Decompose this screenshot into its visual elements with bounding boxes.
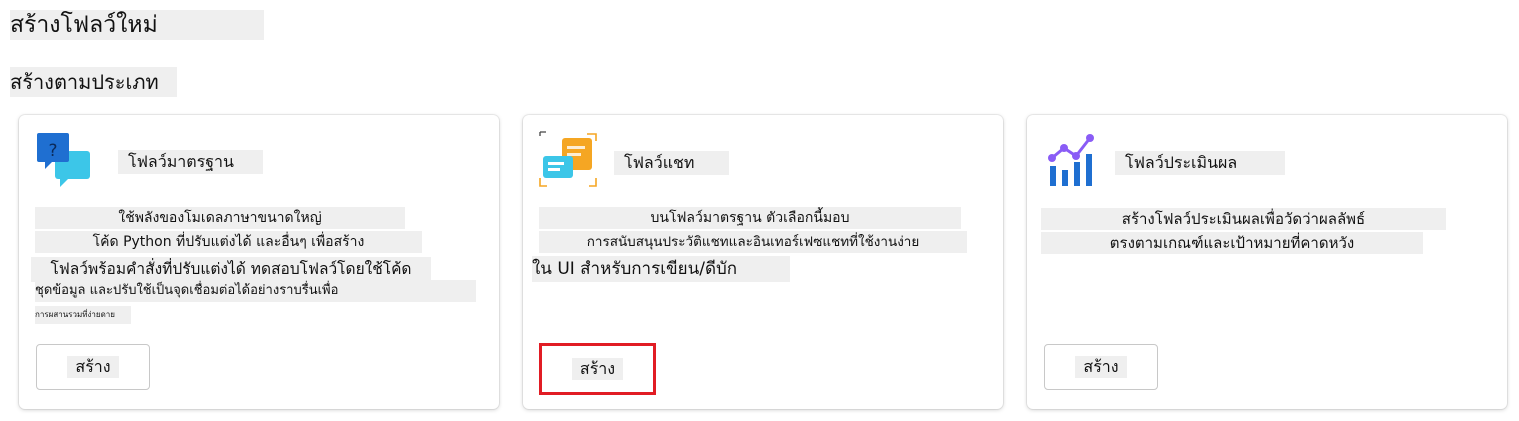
card-title: โฟลว์มาตรฐาน xyxy=(118,150,263,174)
chat-question-icon: ? xyxy=(36,132,92,188)
description-line: ใน UI สำหรับการเขียน/ดีบัก xyxy=(532,256,790,282)
description-line: การสนับสนุนประวัติแชทและอินเทอร์เฟซแชทที… xyxy=(539,231,967,253)
section-title: สร้างตามประเภท xyxy=(10,67,177,97)
description-line: โค้ด Python ที่ปรับแต่งได้ และอื่นๆ เพื่… xyxy=(35,231,422,253)
evaluation-chart-icon xyxy=(1046,132,1102,188)
standard-flow-card: ? โฟลว์มาตรฐาน ใช้พลังของโมเดลภาษาขนาดให… xyxy=(19,115,499,409)
create-standard-flow-button[interactable]: สร้าง xyxy=(36,344,150,390)
card-title: โฟลว์แชท xyxy=(614,151,729,175)
create-chat-flow-button[interactable]: สร้าง xyxy=(539,343,656,395)
description-line: โฟลว์พร้อมคำสั่งที่ปรับแต่งได้ ทดสอบโฟลว… xyxy=(31,257,431,282)
description-line: บนโฟลว์มาตรฐาน ตัวเลือกนี้มอบ xyxy=(539,207,961,229)
description-line: ชุดข้อมูล และปรับใช้เป็นจุดเชื่อมต่อได้อ… xyxy=(35,280,476,302)
create-button-label: สร้าง xyxy=(67,356,119,378)
svg-text:?: ? xyxy=(48,141,57,161)
chat-flow-card: โฟลว์แชท บนโฟลว์มาตรฐาน ตัวเลือกนี้มอบ ก… xyxy=(523,115,1003,409)
description-line: สร้างโฟลว์ประเมินผลเพื่อวัดว่าผลลัพธ์ xyxy=(1041,208,1446,230)
create-evaluation-flow-button[interactable]: สร้าง xyxy=(1044,344,1158,390)
description-line: การผสานรวมที่ง่ายดาย xyxy=(35,306,131,324)
evaluation-flow-card: โฟลว์ประเมินผล สร้างโฟลว์ประเมินผลเพื่อว… xyxy=(1027,115,1507,409)
chat-window-icon xyxy=(538,130,598,190)
description-line: ใช้พลังของโมเดลภาษาขนาดใหญ่ xyxy=(35,207,405,229)
page-title: สร้างโฟลว์ใหม่ xyxy=(10,10,264,40)
create-button-label: สร้าง xyxy=(1075,356,1127,378)
description-line: ตรงตามเกณฑ์และเป้าหมายที่คาดหวัง xyxy=(1041,232,1423,254)
card-title: โฟลว์ประเมินผล xyxy=(1115,151,1285,175)
create-button-label: สร้าง xyxy=(571,358,624,380)
